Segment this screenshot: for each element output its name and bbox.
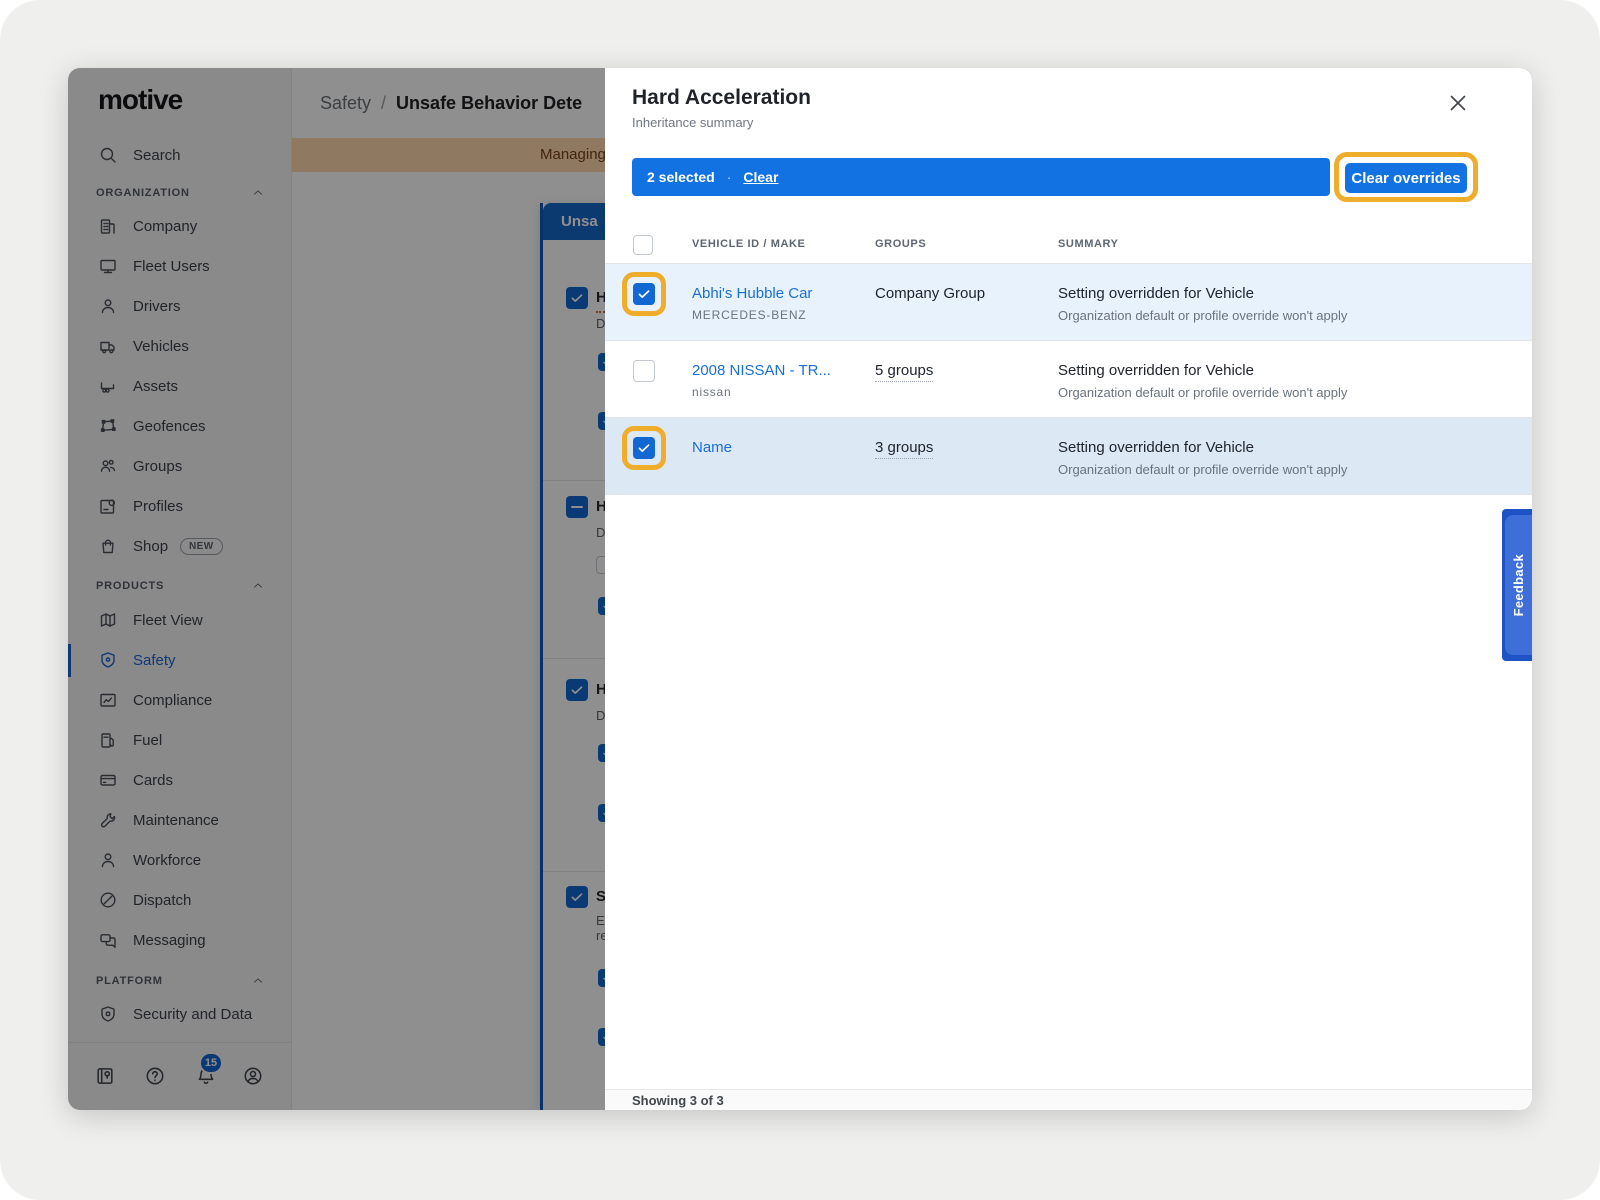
- groups-cell[interactable]: 5 groups: [875, 362, 933, 382]
- table-row[interactable]: Name 3 groups Setting overridden for Vehic…: [605, 418, 1532, 495]
- selection-bar: 2 selected · Clear: [632, 158, 1330, 196]
- feedback-tab-label: Feedback: [1511, 554, 1526, 616]
- table-row[interactable]: Abhi's Hubble Car MERCEDES-BENZ Company Gr…: [605, 264, 1532, 341]
- table-header: VEHICLE ID / MAKE GROUPS SUMMARY: [605, 226, 1532, 264]
- groups-cell: Company Group: [875, 285, 985, 302]
- row-checkbox[interactable]: [633, 437, 655, 459]
- summary-secondary: Organization default or profile override…: [1058, 385, 1347, 400]
- select-all-checkbox[interactable]: [633, 235, 653, 255]
- summary-primary: Setting overridden for Vehicle: [1058, 285, 1254, 302]
- row-count-status: Showing 3 of 3: [632, 1093, 724, 1108]
- vehicle-make: MERCEDES-BENZ: [692, 308, 806, 322]
- table-row[interactable]: 2008 NISSAN - TR... nissan 5 groups Setting…: [605, 341, 1532, 418]
- inheritance-summary-modal: Hard Acceleration Inheritance summary 2 …: [605, 68, 1532, 1110]
- vehicle-table-body: Abhi's Hubble Car MERCEDES-BENZ Company Gr…: [605, 264, 1532, 495]
- column-summary[interactable]: SUMMARY: [1058, 238, 1119, 250]
- row-checkbox[interactable]: [633, 283, 655, 305]
- selection-count: 2 selected: [647, 169, 715, 185]
- selection-separator: ·: [727, 169, 732, 185]
- clear-overrides-button[interactable]: Clear overrides: [1343, 161, 1469, 195]
- page-canvas: motive Search ORGANIZATIONCompanyFleet U…: [0, 0, 1600, 1200]
- summary-primary: Setting overridden for Vehicle: [1058, 439, 1254, 456]
- row-checkbox[interactable]: [633, 360, 655, 382]
- vehicle-name-link[interactable]: Abhi's Hubble Car: [692, 285, 812, 302]
- vehicle-name-link[interactable]: 2008 NISSAN - TR...: [692, 362, 831, 379]
- summary-primary: Setting overridden for Vehicle: [1058, 362, 1254, 379]
- groups-cell[interactable]: 3 groups: [875, 439, 933, 459]
- vehicle-name-link[interactable]: Name: [692, 439, 732, 456]
- selection-clear-link[interactable]: Clear: [743, 169, 778, 185]
- summary-secondary: Organization default or profile override…: [1058, 308, 1347, 323]
- column-groups[interactable]: GROUPS: [875, 238, 926, 250]
- modal-footer: Showing 3 of 3: [605, 1089, 1532, 1110]
- vehicle-make: nissan: [692, 385, 732, 399]
- close-icon[interactable]: [1445, 90, 1471, 116]
- annotation-ring-clear-overrides: Clear overrides: [1334, 152, 1478, 202]
- column-vehicle-id-make[interactable]: VEHICLE ID / MAKE: [692, 238, 806, 250]
- summary-secondary: Organization default or profile override…: [1058, 462, 1347, 477]
- feedback-tab-inner: Feedback: [1505, 515, 1532, 655]
- modal-subtitle: Inheritance summary: [632, 115, 753, 130]
- modal-title: Hard Acceleration: [632, 86, 811, 110]
- app-window: motive Search ORGANIZATIONCompanyFleet U…: [68, 68, 1532, 1110]
- feedback-tab[interactable]: Feedback: [1502, 509, 1532, 661]
